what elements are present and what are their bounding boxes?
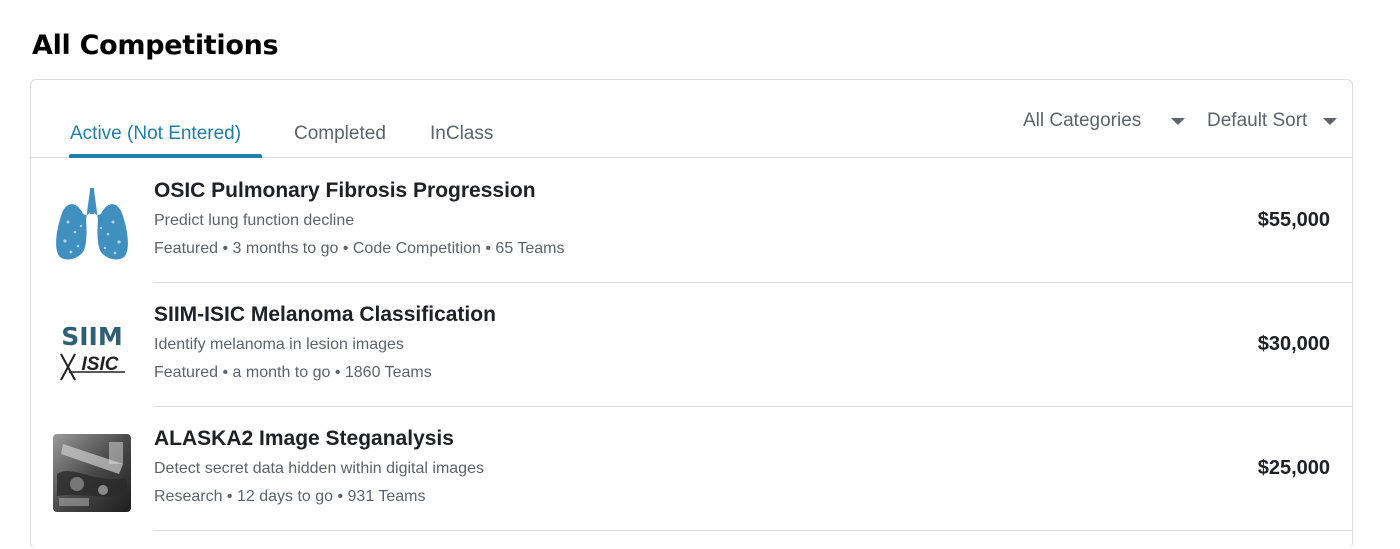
competition-prize: $25,000	[1257, 457, 1330, 479]
competition-meta: Research • 12 days to go • 931 Teams	[154, 488, 426, 505]
page-title: All Competitions	[32, 30, 279, 61]
category-chevron-down-icon[interactable]	[1171, 118, 1185, 125]
category-dropdown-label: All Categories	[1023, 110, 1142, 131]
row-divider	[153, 530, 1352, 531]
active-tab-indicator	[69, 154, 262, 158]
competition-title[interactable]: OSIC Pulmonary Fibrosis Progression	[154, 179, 536, 203]
list-item[interactable]: ALASKA2 Image Steganalysis Detect secret…	[31, 407, 1352, 531]
list-item[interactable]: SIIM ISIC SIIM-ISIC Melanoma Classificat…	[31, 283, 1352, 407]
competition-subtitle: Predict lung function decline	[154, 212, 355, 229]
category-dropdown[interactable]: All Categories	[1023, 110, 1141, 132]
list-item[interactable]: OSIC Pulmonary Fibrosis Progression Pred…	[31, 159, 1352, 283]
tab-active-not-entered[interactable]: Active (Not Entered)	[70, 123, 241, 145]
sort-chevron-down-icon[interactable]	[1323, 118, 1337, 125]
competition-subtitle: Identify melanoma in lesion images	[154, 336, 404, 353]
sort-dropdown[interactable]: Default Sort	[1207, 110, 1307, 132]
siim-isic-logo: SIIM ISIC	[60, 322, 125, 381]
competition-prize: $55,000	[1257, 209, 1330, 231]
tab-completed[interactable]: Completed	[294, 123, 386, 145]
competition-title[interactable]: ALASKA2 Image Steganalysis	[154, 427, 454, 451]
isic-logo-text: ISIC	[82, 354, 119, 375]
tab-inclass[interactable]: InClass	[430, 123, 493, 145]
tab-bar: Active (Not Entered) Completed InClass A…	[31, 80, 1352, 158]
competition-subtitle: Detect secret data hidden within digital…	[154, 460, 484, 477]
competition-title[interactable]: SIIM-ISIC Melanoma Classification	[154, 303, 496, 327]
siim-logo-text: SIIM	[61, 322, 123, 351]
competition-meta: Featured • a month to go • 1860 Teams	[154, 364, 432, 381]
competition-meta: Featured • 3 months to go • Code Competi…	[154, 240, 565, 257]
lungs-icon	[56, 188, 128, 260]
steganalysis-photo	[53, 434, 131, 512]
competitions-card: Active (Not Entered) Completed InClass A…	[30, 79, 1353, 549]
sort-dropdown-label: Default Sort	[1207, 110, 1308, 131]
competition-prize: $30,000	[1257, 333, 1330, 355]
